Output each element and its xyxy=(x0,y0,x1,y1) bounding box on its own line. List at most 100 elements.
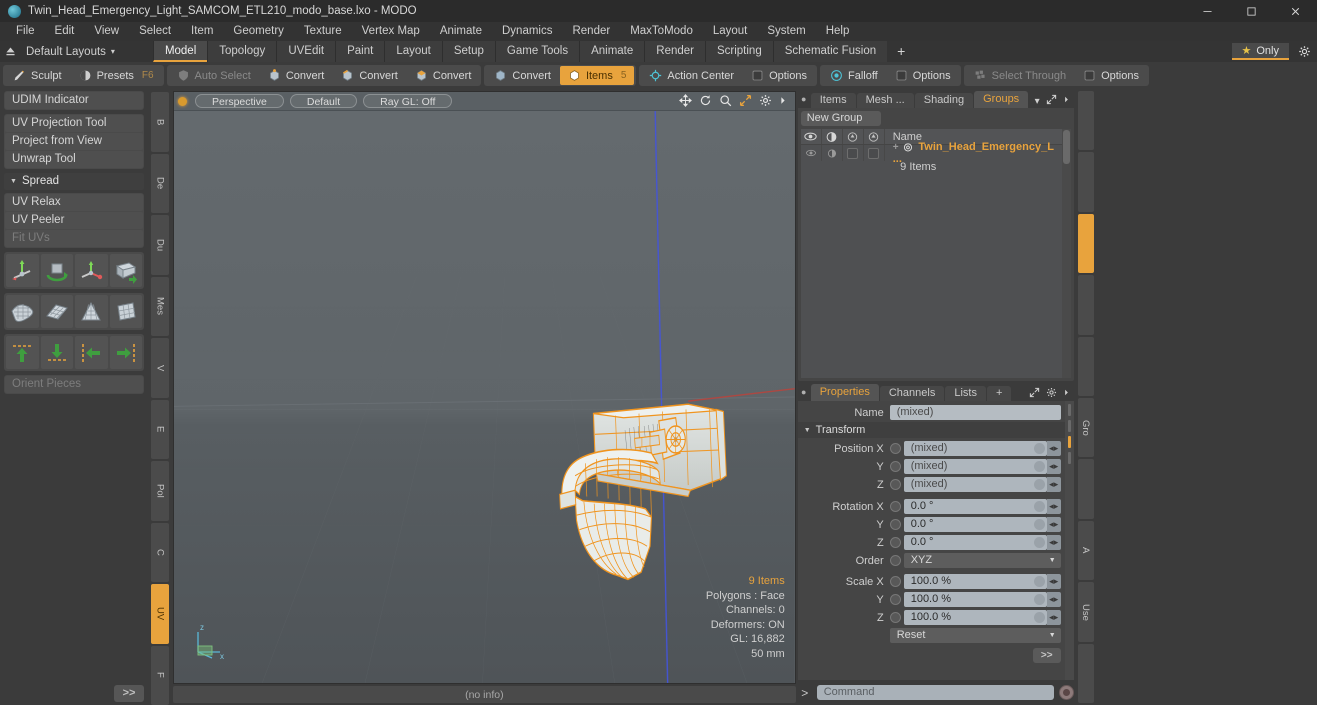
fit-icon[interactable] xyxy=(739,94,752,109)
panel-more-icon[interactable] xyxy=(1063,94,1070,108)
vtab-uv[interactable]: UV xyxy=(151,584,169,644)
vtab-du[interactable]: Du xyxy=(151,215,169,275)
command-input[interactable]: Command xyxy=(816,685,1054,700)
position-x-radio[interactable] xyxy=(889,443,901,454)
select-through-options-button[interactable]: Options xyxy=(1075,66,1147,85)
properties-more-icon[interactable] xyxy=(1063,387,1070,401)
rotation-x-knob[interactable] xyxy=(1033,501,1045,512)
menu-file[interactable]: File xyxy=(6,22,45,41)
tab-lists[interactable]: Lists xyxy=(945,386,986,401)
expand-properties-icon[interactable] xyxy=(1029,387,1040,401)
vtab-c[interactable]: C xyxy=(151,522,169,582)
tab-layout[interactable]: Layout xyxy=(384,41,442,62)
strip-mark-2[interactable] xyxy=(1067,420,1071,432)
rvtab-user[interactable]: Use xyxy=(1077,582,1094,642)
row-eye-toggle[interactable] xyxy=(801,145,822,161)
action-center-options-button[interactable]: Options xyxy=(743,66,815,85)
menu-render[interactable]: Render xyxy=(562,22,620,41)
scale-z-field[interactable]: 100.0 % xyxy=(903,610,1047,625)
order-radio[interactable] xyxy=(889,555,901,566)
rotation-z-field[interactable]: 0.0 ° xyxy=(903,535,1047,550)
position-x-knob[interactable] xyxy=(1033,443,1045,454)
position-y-stepper[interactable]: ◂▸ xyxy=(1046,459,1061,474)
rotation-z-stepper[interactable]: ◂▸ xyxy=(1046,535,1061,550)
chevron-down-icon[interactable]: ▾ xyxy=(1035,96,1040,107)
rotation-z-radio[interactable] xyxy=(889,537,901,548)
left-panel-more-button[interactable]: >> xyxy=(114,685,144,702)
tab-game-tools[interactable]: Game Tools xyxy=(494,41,580,62)
layouts-caret-icon[interactable]: ▾ xyxy=(106,47,115,56)
uv-relax-item[interactable]: UV Relax xyxy=(5,194,143,211)
menu-edit[interactable]: Edit xyxy=(45,22,85,41)
menu-layout[interactable]: Layout xyxy=(703,22,758,41)
scale-y-stepper[interactable]: ◂▸ xyxy=(1046,592,1061,607)
name-field[interactable]: (mixed) xyxy=(889,405,1061,420)
only-toggle-button[interactable]: ★ Only xyxy=(1231,43,1289,60)
uv-grid-icon[interactable] xyxy=(40,295,73,328)
tab-properties[interactable]: Properties xyxy=(810,384,879,401)
select-through-button[interactable]: Select Through xyxy=(966,66,1074,85)
uv-down-icon[interactable] xyxy=(40,336,73,369)
scale-z-radio[interactable] xyxy=(889,612,901,623)
column-eye-icon[interactable] xyxy=(801,129,822,144)
tab-shading[interactable]: Shading xyxy=(914,93,974,108)
row-lock-checkbox[interactable] xyxy=(843,145,864,161)
rotation-z-knob[interactable] xyxy=(1033,537,1045,548)
tree-scrollbar[interactable] xyxy=(1061,129,1071,378)
rotation-x-field[interactable]: 0.0 ° xyxy=(903,499,1047,514)
close-button[interactable] xyxy=(1273,0,1317,22)
falloff-options-button[interactable]: Options xyxy=(887,66,959,85)
position-y-radio[interactable] xyxy=(889,461,901,472)
vtab-de[interactable]: De xyxy=(151,153,169,213)
expander-icon[interactable]: + xyxy=(893,142,899,153)
position-z-stepper[interactable]: ◂▸ xyxy=(1046,477,1061,492)
items-mode-button[interactable]: Items 5 xyxy=(559,66,635,85)
udim-indicator-item[interactable]: UDIM Indicator xyxy=(5,92,143,109)
uv-flatten-icon[interactable] xyxy=(6,295,39,328)
rvtab-5[interactable] xyxy=(1077,336,1094,397)
strip-mark-1[interactable] xyxy=(1067,404,1071,416)
scale-z-stepper[interactable]: ◂▸ xyxy=(1046,610,1061,625)
position-y-knob[interactable] xyxy=(1033,461,1045,472)
sculpt-button[interactable]: Sculpt xyxy=(5,66,70,85)
rotation-x-radio[interactable] xyxy=(889,501,901,512)
uv-rotate-icon[interactable] xyxy=(40,254,73,287)
record-icon[interactable] xyxy=(1058,685,1074,700)
preferences-gear-icon[interactable] xyxy=(1291,41,1317,62)
rvtab-7[interactable] xyxy=(1077,459,1094,519)
layout-home-icon[interactable] xyxy=(0,45,20,58)
tab-animate[interactable]: Animate xyxy=(579,41,645,62)
uv-left-icon[interactable] xyxy=(75,336,108,369)
gear-icon[interactable] xyxy=(759,94,772,109)
row-wire-checkbox[interactable] xyxy=(864,145,885,161)
uv-right-icon[interactable] xyxy=(109,336,142,369)
menu-texture[interactable]: Texture xyxy=(294,22,352,41)
tab-groups[interactable]: Groups xyxy=(974,91,1029,108)
default-layouts-label[interactable]: Default Layouts xyxy=(20,46,106,58)
zoom-icon[interactable] xyxy=(719,94,732,109)
rotation-x-stepper[interactable]: ◂▸ xyxy=(1046,499,1061,514)
menu-geometry[interactable]: Geometry xyxy=(223,22,294,41)
position-x-field[interactable]: (mixed) xyxy=(903,441,1047,456)
presets-button[interactable]: Presets F6 xyxy=(71,66,162,85)
rotation-y-knob[interactable] xyxy=(1033,519,1045,530)
rvtab-groups[interactable]: Gro xyxy=(1077,398,1094,458)
minimize-button[interactable] xyxy=(1185,0,1229,22)
convert-polygon-button[interactable]: Convert xyxy=(407,66,480,85)
column-wire-icon[interactable] xyxy=(864,129,885,144)
scale-x-field[interactable]: 100.0 % xyxy=(903,574,1047,589)
scale-x-radio[interactable] xyxy=(889,576,901,587)
falloff-button[interactable]: Falloff xyxy=(822,66,886,85)
menu-help[interactable]: Help xyxy=(816,22,860,41)
maximize-button[interactable] xyxy=(1229,0,1273,22)
strip-mark-active[interactable] xyxy=(1067,436,1071,448)
tab-items[interactable]: Items xyxy=(810,93,856,108)
menu-vertex-map[interactable]: Vertex Map xyxy=(352,22,430,41)
viewport-scene[interactable]: z x 9 Items Polygons : Face Channels: 0 … xyxy=(174,111,795,683)
expand-icon[interactable] xyxy=(1046,94,1057,108)
rotation-y-stepper[interactable]: ◂▸ xyxy=(1046,517,1061,532)
tab-schematic-fusion[interactable]: Schematic Fusion xyxy=(772,41,888,62)
rvtab-active[interactable] xyxy=(1077,213,1094,274)
vtab-e[interactable]: E xyxy=(151,399,169,459)
properties-more-button[interactable]: >> xyxy=(1032,648,1061,663)
